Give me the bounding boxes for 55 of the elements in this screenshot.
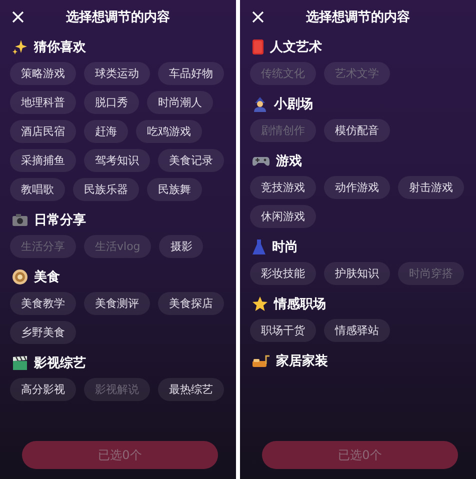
topic-chip[interactable]: 车品好物	[158, 62, 224, 85]
topic-chip[interactable]: 摄影	[159, 235, 204, 258]
screen-title: 选择想调节的内容	[305, 8, 411, 26]
topic-chip[interactable]: 竞技游戏	[250, 176, 316, 199]
sparkles-icon	[12, 39, 28, 55]
clapperboard-icon	[12, 355, 28, 371]
topic-chip[interactable]: 吃鸡游戏	[136, 120, 202, 143]
topic-chip[interactable]: 民族舞	[147, 178, 202, 201]
sofa-icon	[252, 354, 270, 368]
topic-chip[interactable]: 职场干货	[250, 319, 316, 342]
topic-chip[interactable]: 动作游戏	[324, 176, 390, 199]
section-title: 家居家装	[276, 352, 328, 370]
book-icon	[252, 39, 264, 55]
topic-chip[interactable]: 美食探店	[158, 292, 224, 315]
screen-title: 选择想调节的内容	[65, 8, 171, 26]
topic-chip[interactable]: 高分影视	[10, 378, 76, 401]
topic-chip[interactable]: 策略游戏	[10, 62, 76, 85]
topic-chip[interactable]: 球类运动	[84, 62, 150, 85]
topic-chip[interactable]: 时尚潮人	[147, 91, 213, 114]
camera-icon	[12, 213, 28, 227]
topic-chip[interactable]: 驾考知识	[84, 149, 150, 172]
topic-chip[interactable]: 赶海	[84, 120, 128, 143]
section-title: 游戏	[276, 153, 302, 170]
topic-chip[interactable]: 美食测评	[84, 292, 150, 315]
topic-chip[interactable]: 乡野美食	[10, 321, 76, 344]
topic-chip[interactable]: 情感驿站	[324, 319, 390, 342]
topic-chip[interactable]: 休闲游戏	[250, 205, 316, 228]
close-icon[interactable]	[252, 11, 264, 23]
dress-icon	[252, 239, 266, 255]
star-icon	[252, 296, 268, 312]
topic-chip[interactable]: 民族乐器	[73, 178, 139, 201]
topic-chip[interactable]: 教唱歌	[10, 178, 65, 201]
topic-chip[interactable]: 最热综艺	[158, 378, 224, 401]
topic-chip[interactable]: 采摘捕鱼	[10, 149, 76, 172]
section-title: 人文艺术	[270, 38, 322, 56]
topic-chip[interactable]: 彩妆技能	[250, 262, 316, 285]
section-title: 影视综艺	[34, 354, 86, 372]
section-title: 日常分享	[34, 212, 86, 229]
food-icon	[12, 269, 28, 285]
topic-chip[interactable]: 美食教学	[10, 292, 76, 315]
person-icon	[252, 96, 268, 112]
section-title: 猜你喜欢	[34, 39, 86, 56]
topic-chip[interactable]: 射击游戏	[398, 176, 464, 199]
topic-chip[interactable]: 脱口秀	[84, 91, 139, 114]
topic-chip[interactable]: 地理科普	[10, 91, 76, 114]
topic-chip[interactable]: 护肤知识	[324, 262, 390, 285]
topic-chip[interactable]: 酒店民宿	[10, 120, 76, 143]
topic-chip[interactable]: 模仿配音	[324, 119, 390, 142]
section-title: 情感职场	[274, 296, 326, 313]
topic-chip[interactable]: 美食记录	[158, 149, 224, 172]
section-title: 美食	[34, 268, 60, 286]
close-icon[interactable]	[12, 11, 24, 23]
gamepad-icon	[252, 154, 270, 168]
section-title: 时尚	[272, 239, 298, 256]
section-title: 小剧场	[274, 96, 313, 113]
